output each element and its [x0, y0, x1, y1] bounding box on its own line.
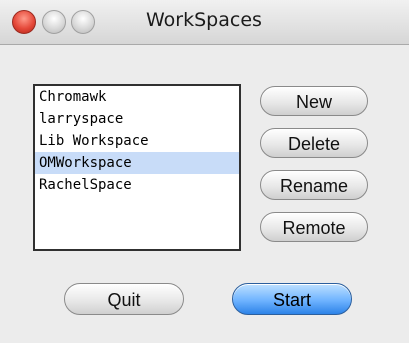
list-item[interactable]: RachelSpace [35, 174, 239, 196]
list-item[interactable]: Chromawk [35, 86, 239, 108]
start-button[interactable]: Start [232, 283, 352, 315]
new-button[interactable]: New [260, 86, 368, 116]
window-title: WorkSpaces [146, 9, 262, 31]
minimize-window-icon[interactable] [42, 10, 66, 34]
delete-button[interactable]: Delete [260, 128, 368, 158]
workspaces-window: WorkSpaces Chromawk larryspace Lib Works… [0, 0, 409, 343]
list-item-selected[interactable]: OMWorkspace [35, 152, 239, 174]
quit-button[interactable]: Quit [64, 283, 184, 315]
list-item[interactable]: larryspace [35, 108, 239, 130]
workspace-list[interactable]: Chromawk larryspace Lib Workspace OMWork… [33, 84, 241, 251]
close-window-icon[interactable] [12, 10, 36, 34]
list-item[interactable]: Lib Workspace [35, 130, 239, 152]
rename-button[interactable]: Rename [260, 170, 368, 200]
remote-button[interactable]: Remote [260, 212, 368, 242]
title-bar[interactable]: WorkSpaces [0, 0, 409, 45]
zoom-window-icon[interactable] [71, 10, 95, 34]
